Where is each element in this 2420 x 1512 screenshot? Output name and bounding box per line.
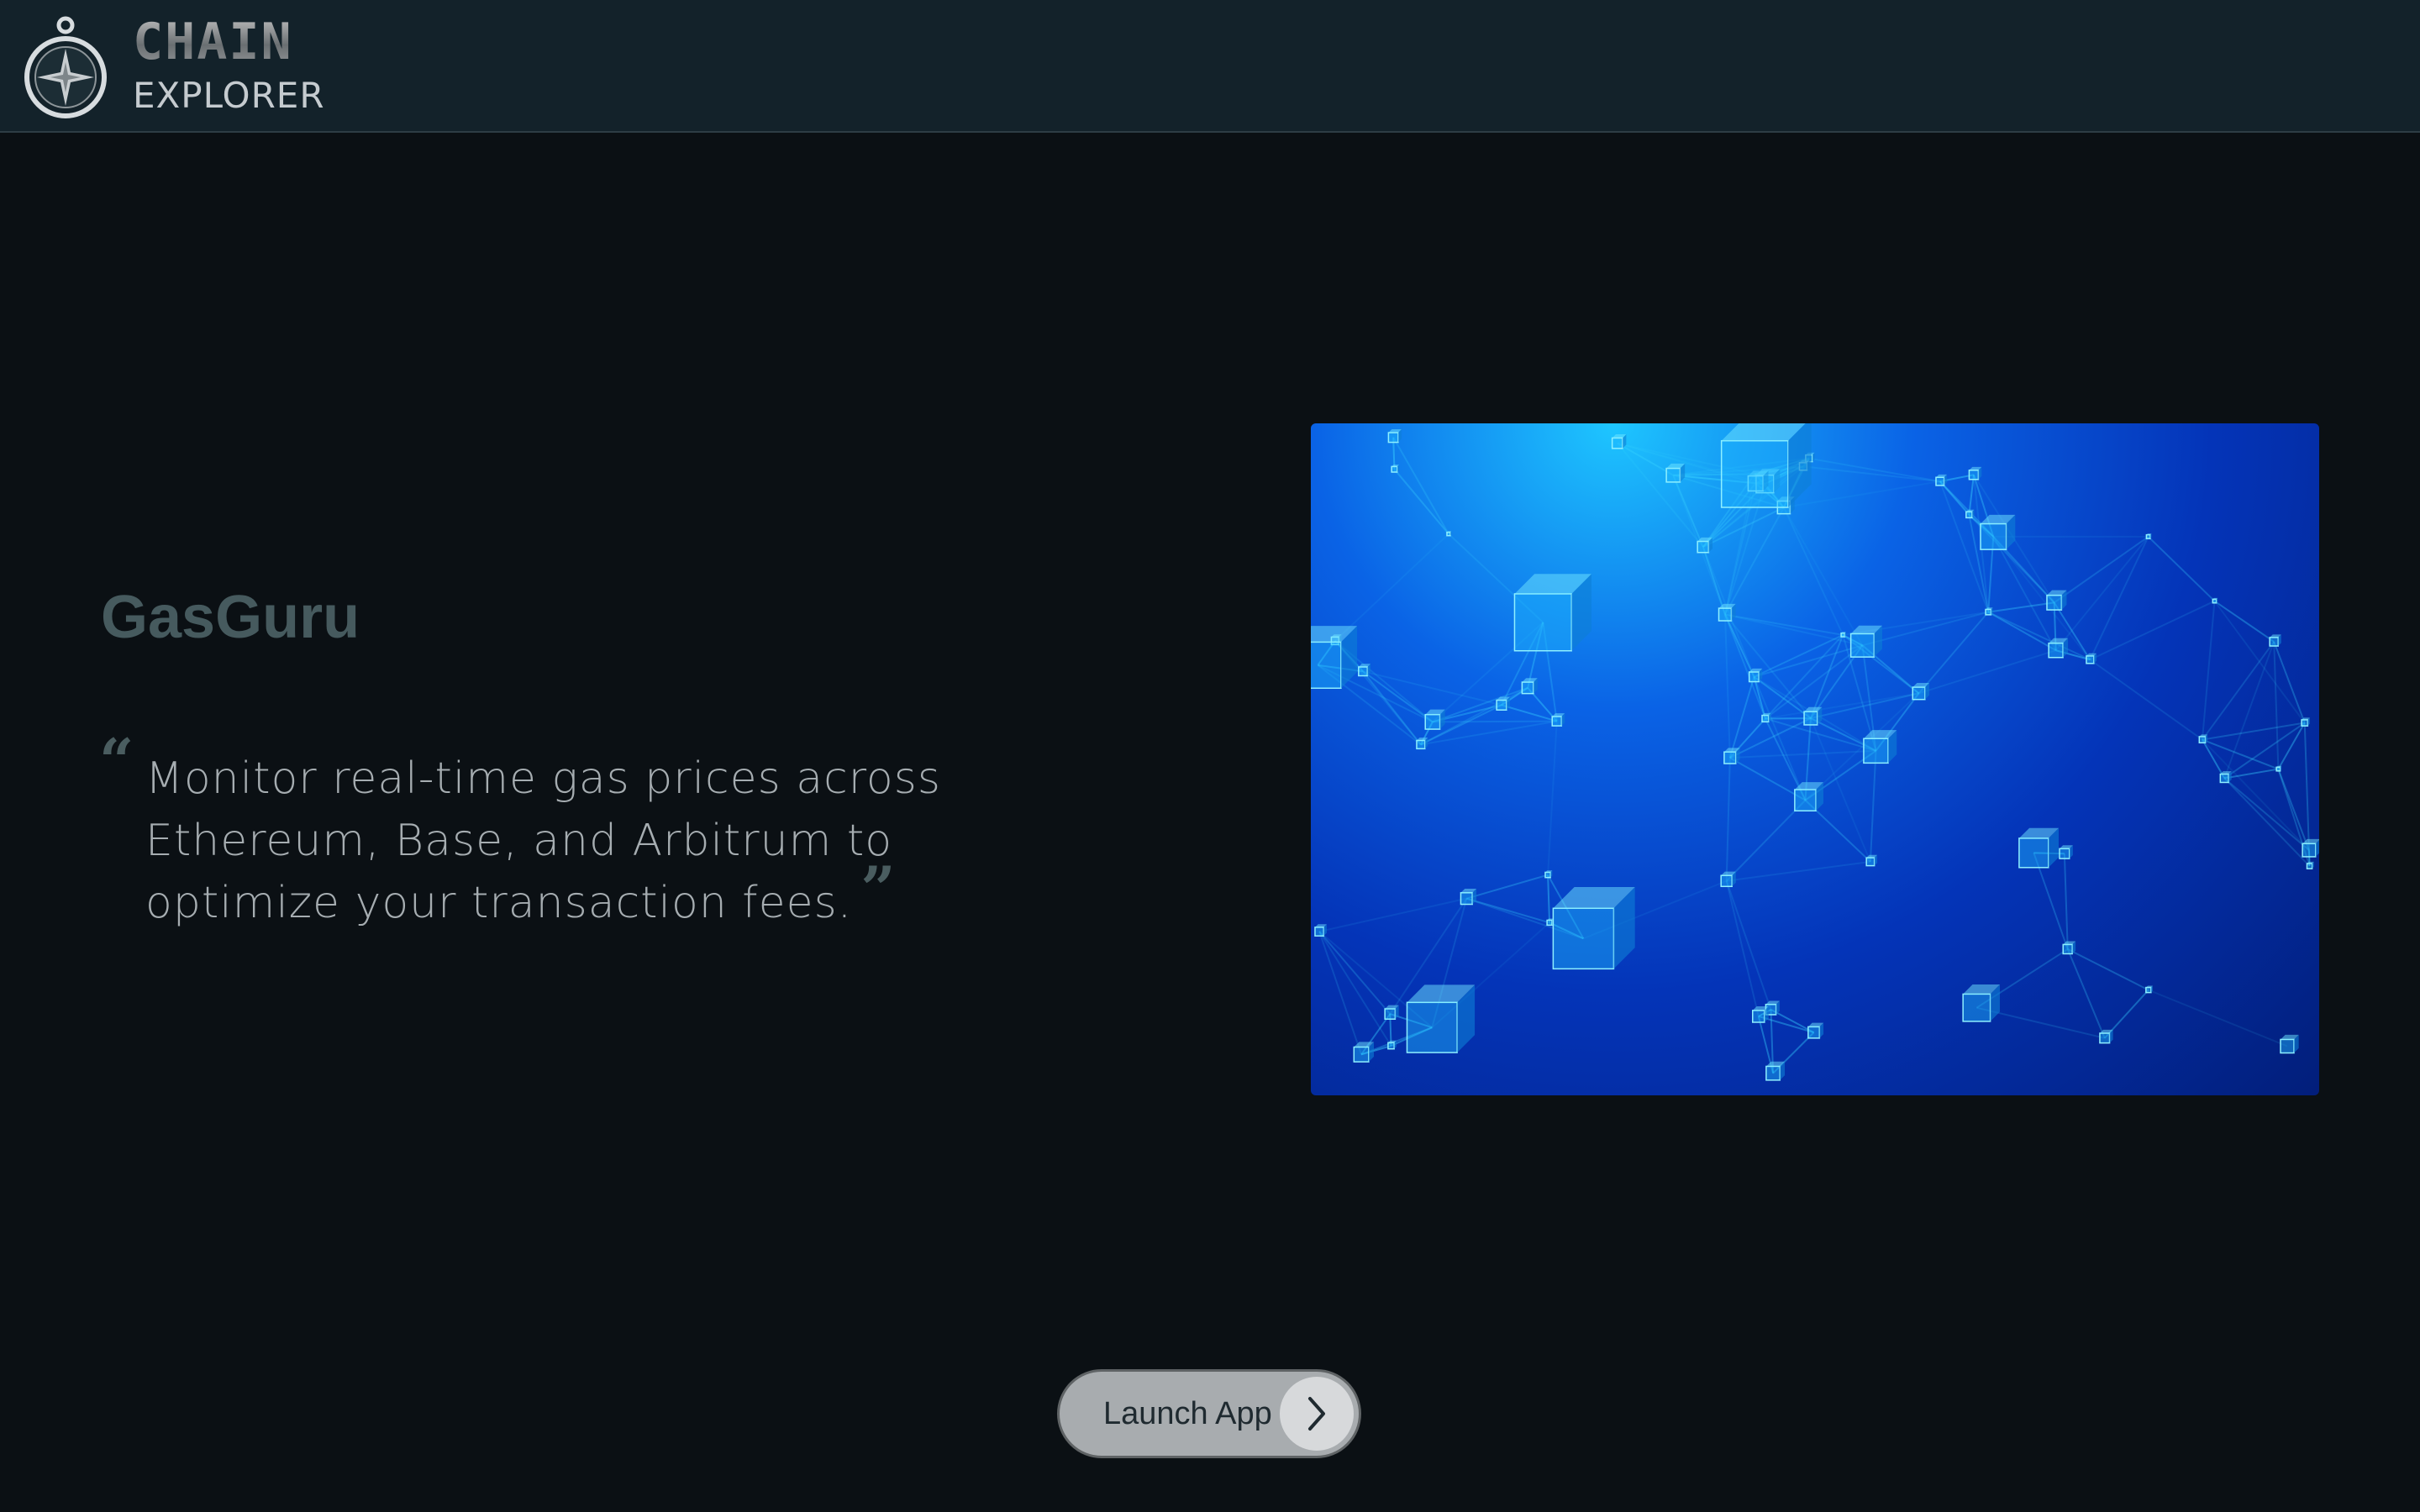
app-title: GasGuru — [101, 584, 360, 651]
open-quote-icon: “ — [99, 725, 134, 796]
app-description-text: Monitor real-time gas prices across Ethe… — [145, 753, 941, 928]
launch-app-button[interactable]: Launch App — [1057, 1369, 1361, 1458]
compass-icon[interactable] — [22, 12, 109, 119]
launch-app-label: Launch App — [1103, 1396, 1272, 1431]
close-quote-icon: ” — [860, 853, 897, 924]
logo-wordmark-bottom[interactable]: EXPLORER — [133, 74, 325, 118]
chevron-right-icon — [1280, 1377, 1354, 1451]
top-header: CHAIN EXPLORER — [0, 0, 2420, 133]
blockchain-network-image — [1311, 423, 2319, 1095]
logo-wordmark-top[interactable]: CHAIN — [133, 12, 293, 72]
app-description: Monitor real-time gas prices across Ethe… — [145, 748, 1086, 934]
